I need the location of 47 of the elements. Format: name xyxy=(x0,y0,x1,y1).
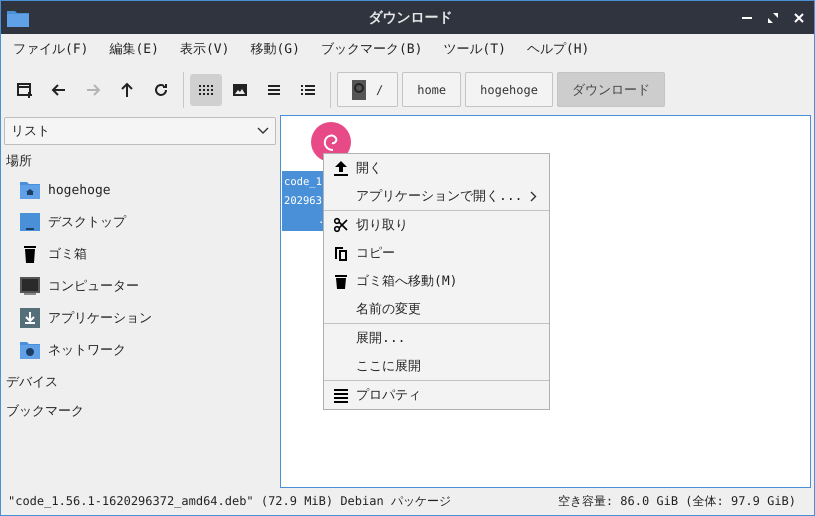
menu-item[interactable]: 編集(E) xyxy=(109,40,159,58)
menu-item[interactable]: コピー xyxy=(324,239,549,267)
desktop-icon xyxy=(20,212,40,232)
computer-icon xyxy=(20,276,40,296)
menu-item[interactable]: 展開... xyxy=(324,324,549,352)
menu-item[interactable]: ブックマーク(B) xyxy=(320,40,422,58)
menu-item[interactable]: 表示(V) xyxy=(180,40,230,58)
path-button[interactable]: / xyxy=(337,72,398,107)
menu-item[interactable]: ゴミ箱へ移動(M) xyxy=(324,267,549,295)
menu-item[interactable]: ヘルプ(H) xyxy=(526,40,590,58)
side-pane-dropdown[interactable]: リスト xyxy=(4,117,276,145)
menu-item[interactable]: 名前の変更 xyxy=(324,295,549,323)
copy-icon xyxy=(334,245,348,261)
sidebar-item[interactable]: ゴミ箱 xyxy=(1,238,279,270)
network-folder-icon xyxy=(20,340,40,360)
path-button[interactable]: home xyxy=(402,72,462,107)
chevron-down-icon xyxy=(257,127,269,135)
menu-item[interactable]: ここに展開 xyxy=(324,352,549,380)
path-button[interactable]: hogehoge xyxy=(465,72,553,107)
free-space-text: 空き容量: 86.0 GiB (全体: 97.9 GiB) xyxy=(558,493,796,510)
menu-item[interactable]: プロパティ xyxy=(324,381,549,409)
properties-icon xyxy=(334,387,348,403)
download-icon xyxy=(20,308,40,328)
drive-icon xyxy=(352,80,366,100)
trash-icon xyxy=(334,273,348,289)
sidebar-item[interactable]: hogehoge xyxy=(1,174,279,206)
sidebar-item[interactable]: ネットワーク xyxy=(1,334,279,366)
section-header[interactable]: 場所 xyxy=(1,149,279,174)
maximize-icon[interactable] xyxy=(768,12,778,22)
icon-view-button[interactable] xyxy=(190,74,222,106)
sidebar-item[interactable]: アプリケーション xyxy=(1,302,279,334)
path-button[interactable]: ダウンロード xyxy=(556,72,665,107)
status-text: "code_1.56.1-1620296372_amd64.deb" (72.9 MiB) Debian パッケージ xyxy=(8,493,451,510)
scissors-icon xyxy=(334,217,348,233)
menu-item[interactable]: 移動(G) xyxy=(250,40,300,58)
section-header[interactable]: ブックマーク xyxy=(1,399,279,424)
home-folder-icon xyxy=(20,180,40,200)
open-icon xyxy=(334,160,348,176)
close-icon[interactable] xyxy=(794,12,804,22)
sidebar-item[interactable]: コンピューター xyxy=(1,270,279,302)
window-title: ダウンロード xyxy=(368,8,454,26)
section-header[interactable]: デバイス xyxy=(1,370,279,395)
sidebar-item[interactable]: デスクトップ xyxy=(1,206,279,238)
menu-item[interactable]: ファイル(F) xyxy=(13,40,88,58)
menu-item[interactable]: ツール(T) xyxy=(443,40,506,58)
folder-icon xyxy=(7,8,29,26)
new-tab-icon xyxy=(16,80,34,98)
